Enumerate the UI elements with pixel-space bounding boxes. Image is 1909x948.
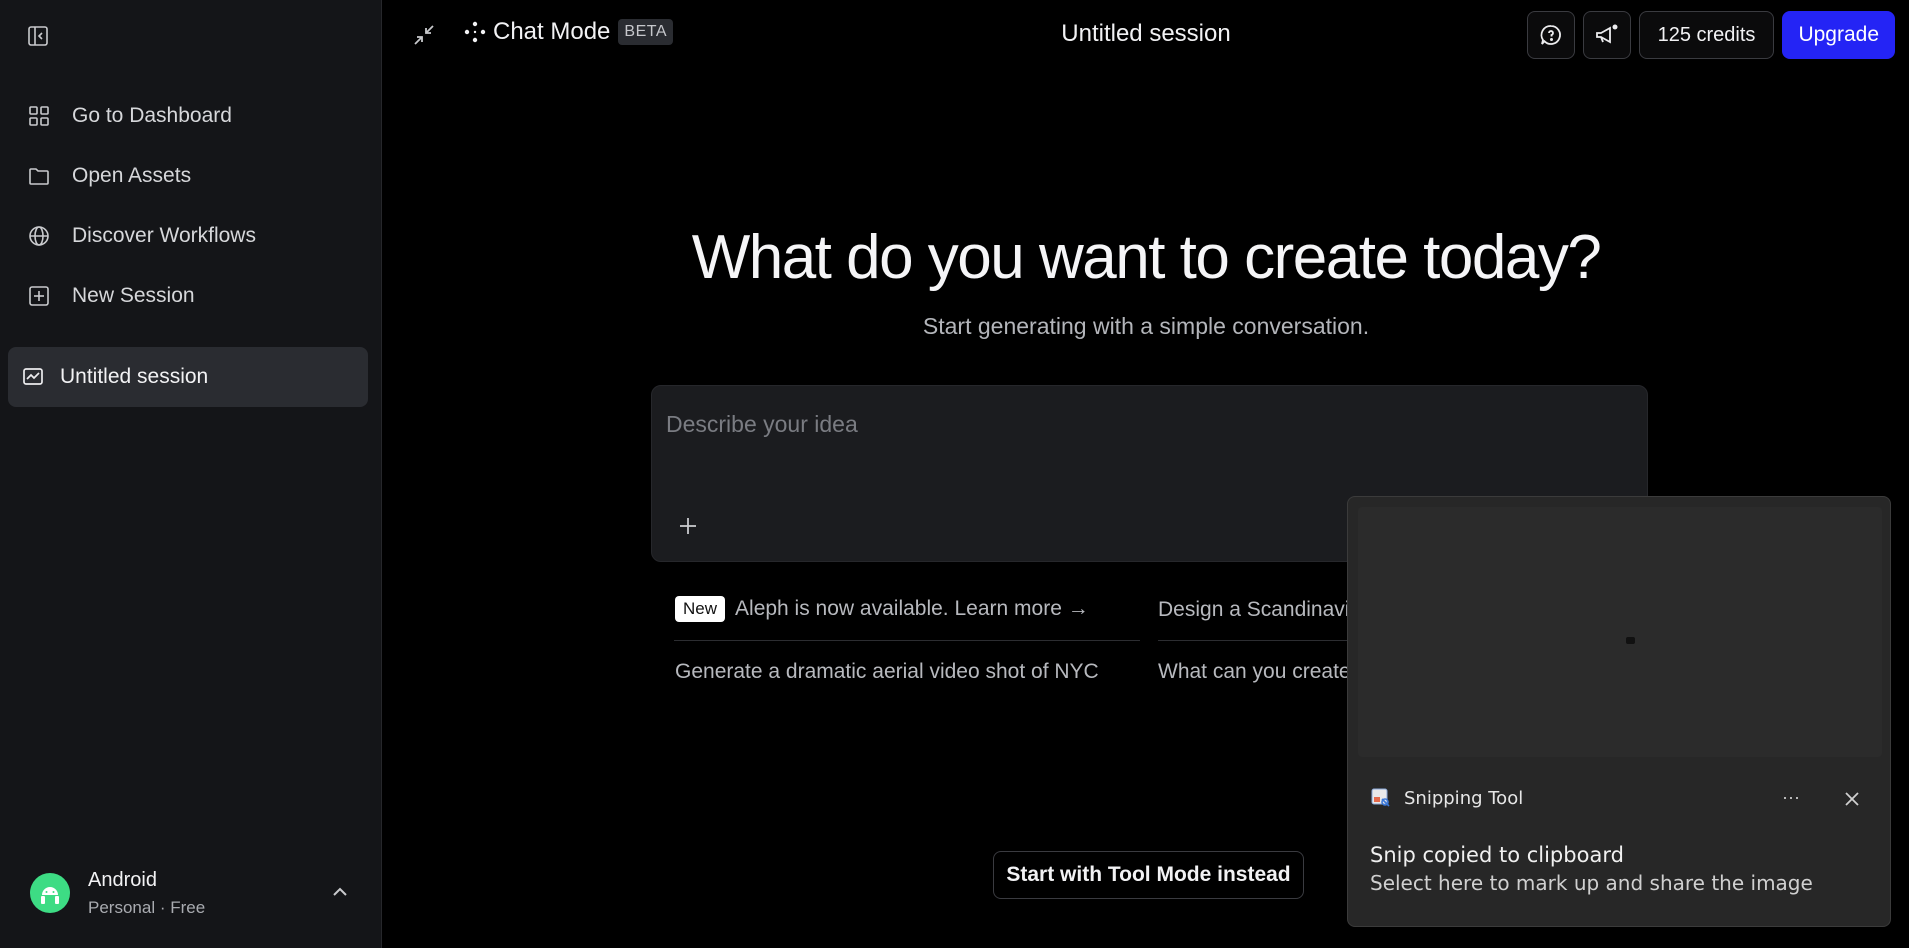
sidebar-item-label: New Session bbox=[72, 284, 195, 307]
user-plan: Personal · Free bbox=[88, 897, 206, 917]
sidebar-item-label: Discover Workflows bbox=[72, 224, 256, 247]
divider bbox=[674, 640, 1140, 641]
close-icon[interactable] bbox=[1840, 787, 1864, 811]
notification-app-name: Snipping Tool bbox=[1404, 787, 1524, 809]
chat-bubble-icon bbox=[1540, 25, 1561, 45]
suggestion-nyc[interactable]: Generate a dramatic aerial video shot of… bbox=[675, 660, 1099, 684]
android-icon bbox=[41, 887, 59, 904]
new-badge: New bbox=[675, 596, 726, 622]
chat-support-button[interactable] bbox=[1526, 11, 1575, 59]
suggestion-label: Aleph is now available. Learn more → bbox=[735, 597, 1089, 620]
upgrade-button[interactable]: Upgrade bbox=[1782, 11, 1895, 59]
plus-icon[interactable] bbox=[676, 514, 700, 538]
sidebar-item-assets[interactable]: Open Assets bbox=[10, 150, 370, 202]
grid-icon bbox=[26, 103, 52, 129]
sidebar-item-dashboard[interactable]: Go to Dashboard bbox=[10, 90, 370, 142]
sparkle-dots-icon bbox=[464, 21, 486, 43]
chevron-up-icon bbox=[333, 887, 347, 896]
collapse-icon bbox=[414, 25, 434, 45]
sidebar: Go to Dashboard Open Assets Discover Wor… bbox=[0, 0, 382, 948]
suggestion-scandinavian[interactable]: Design a Scandinavi bbox=[1158, 598, 1349, 622]
suggestion-label: What can you create bbox=[1158, 660, 1351, 683]
credits-button[interactable]: 125 credits bbox=[1638, 11, 1775, 59]
notification-app: Snipping Tool bbox=[1370, 787, 1523, 809]
more-options-button[interactable]: ··· bbox=[1776, 787, 1806, 811]
top-actions: 125 credits Upgrade bbox=[1526, 11, 1895, 59]
collapse-button[interactable] bbox=[411, 22, 439, 50]
folder-icon bbox=[26, 163, 52, 189]
sidebar-item-new-session[interactable]: New Session bbox=[10, 270, 370, 322]
hero-title: What do you want to create today? bbox=[691, 223, 1602, 292]
snip-preview bbox=[1358, 507, 1882, 757]
user-info: Android Personal · Free bbox=[88, 869, 205, 918]
sidebar-item-workflows[interactable]: Discover Workflows bbox=[10, 210, 370, 262]
sidebar-item-label: Go to Dashboard bbox=[72, 104, 232, 127]
prompt-input[interactable] bbox=[666, 404, 1626, 444]
suggestion-aleph[interactable]: New Aleph is now available. Learn more → bbox=[675, 596, 1089, 622]
mode-indicator[interactable]: Chat Mode BETA bbox=[463, 18, 674, 46]
notification-body: Select here to mark up and share the ima… bbox=[1370, 871, 1813, 895]
tool-mode-button[interactable]: Start with Tool Mode instead bbox=[993, 851, 1304, 899]
session-item-label: Untitled session bbox=[60, 365, 209, 388]
chart-icon bbox=[20, 364, 46, 390]
snipping-tool-notification[interactable]: Snipping Tool ··· Snip copied to clipboa… bbox=[1347, 496, 1891, 927]
sidebar-toggle-button[interactable] bbox=[24, 22, 52, 50]
sidebar-nav: Go to Dashboard Open Assets Discover Wor… bbox=[10, 90, 370, 330]
divider bbox=[1158, 640, 1348, 641]
user-menu[interactable]: Android Personal · Free bbox=[0, 838, 382, 948]
globe-icon bbox=[26, 223, 52, 249]
suggestion-label: Generate a dramatic aerial video shot of… bbox=[675, 660, 1099, 683]
preview-cursor bbox=[1626, 637, 1635, 644]
announcements-button[interactable] bbox=[1582, 11, 1631, 59]
mode-label: Chat Mode bbox=[493, 18, 611, 45]
top-bar: Chat Mode BETA Untitled session 125 cred… bbox=[383, 0, 1909, 70]
sidebar-item-label: Open Assets bbox=[72, 164, 192, 187]
app-window: Go to Dashboard Open Assets Discover Wor… bbox=[0, 0, 1909, 948]
user-name: Android bbox=[88, 868, 157, 891]
notification-title: Snip copied to clipboard bbox=[1370, 843, 1624, 867]
snipping-tool-icon bbox=[1371, 788, 1390, 807]
plus-square-icon bbox=[26, 283, 52, 309]
sidebar-panel-icon bbox=[28, 26, 48, 46]
session-title[interactable]: Untitled session bbox=[1061, 20, 1230, 47]
beta-badge: BETA bbox=[618, 19, 674, 45]
sidebar-item-untitled-session[interactable]: Untitled session bbox=[8, 347, 368, 407]
suggestion-label: Design a Scandinavi bbox=[1158, 598, 1350, 621]
hero-subtitle: Start generating with a simple conversat… bbox=[922, 313, 1370, 339]
avatar bbox=[30, 873, 70, 913]
suggestion-what-can-you-create[interactable]: What can you create bbox=[1158, 660, 1351, 684]
megaphone-icon bbox=[1595, 24, 1618, 44]
